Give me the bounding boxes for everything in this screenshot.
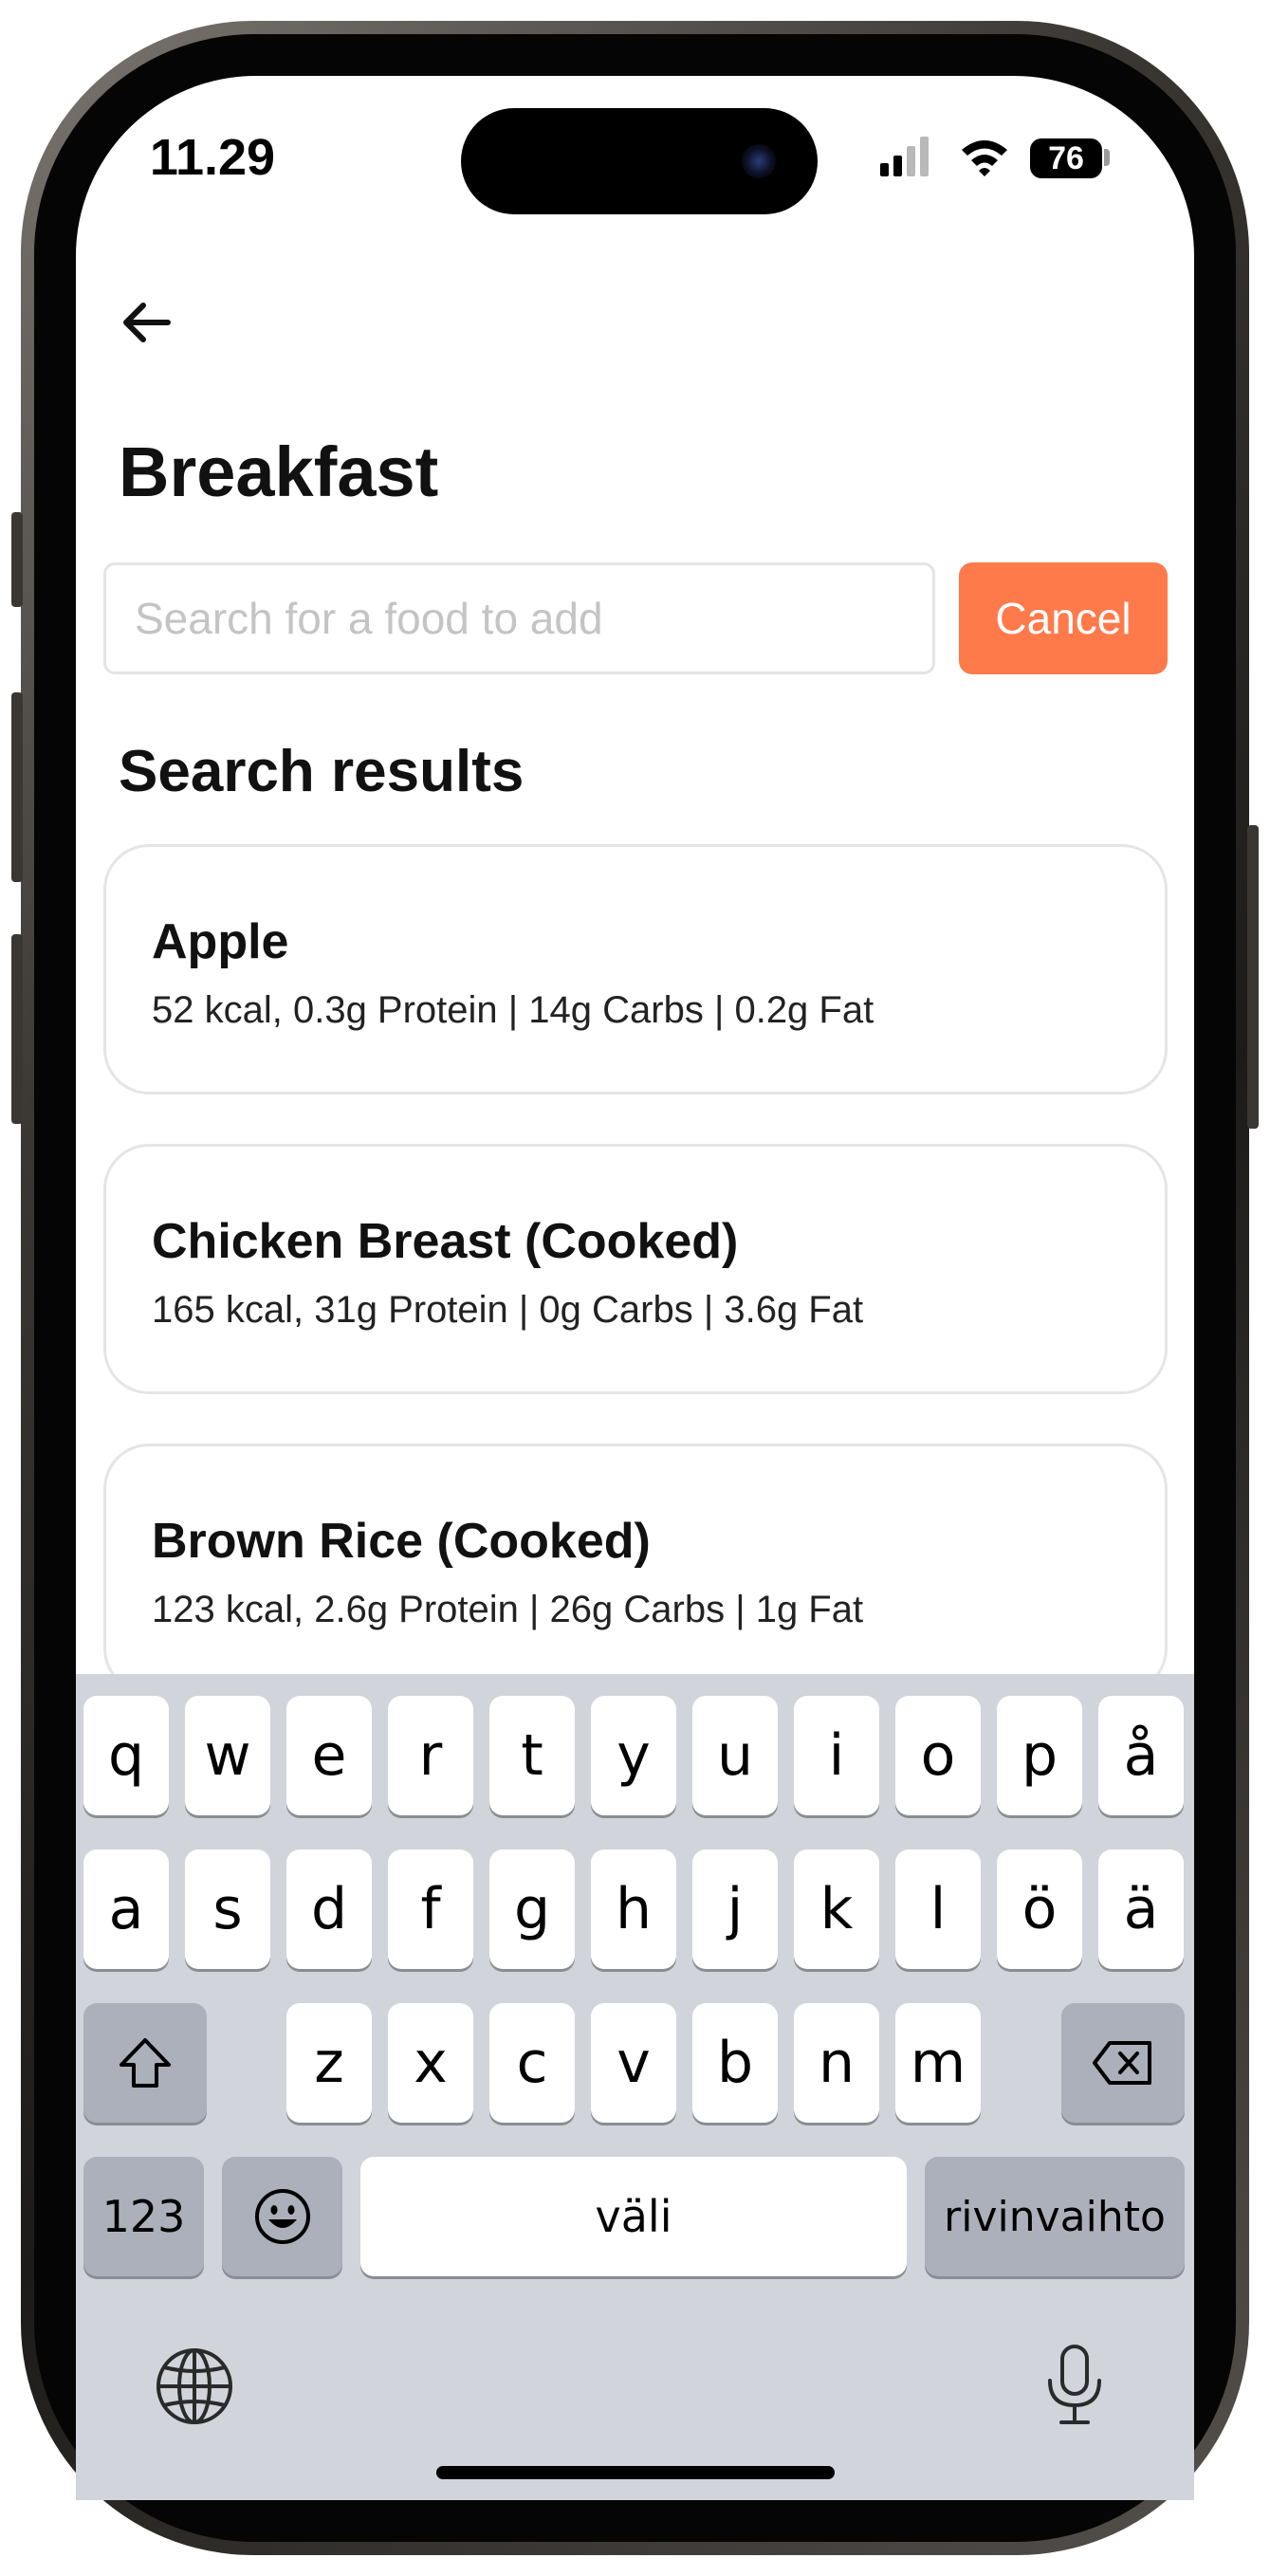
key-p[interactable]: p — [997, 1696, 1082, 1815]
key-w[interactable]: w — [185, 1696, 270, 1815]
battery-cap — [1104, 149, 1110, 166]
space-key[interactable]: väli — [360, 2157, 907, 2276]
emoji-key[interactable] — [222, 2157, 342, 2276]
shift-icon — [120, 2038, 171, 2088]
key-a[interactable]: a — [83, 1849, 169, 1969]
microphone-icon[interactable] — [1044, 2343, 1105, 2428]
key-a-ring[interactable]: å — [1098, 1696, 1184, 1815]
food-result-card[interactable]: Brown Rice (Cooked) 123 kcal, 2.6g Prote… — [103, 1444, 1168, 1694]
food-result-card[interactable]: Apple 52 kcal, 0.3g Protein | 14g Carbs … — [103, 844, 1168, 1095]
front-camera — [742, 144, 776, 178]
key-z[interactable]: z — [286, 2003, 372, 2123]
globe-icon[interactable] — [155, 2346, 234, 2426]
food-result-card[interactable]: Chicken Breast (Cooked) 165 kcal, 31g Pr… — [103, 1144, 1168, 1394]
search-input[interactable] — [103, 562, 935, 674]
key-s[interactable]: s — [185, 1849, 270, 1969]
numbers-key[interactable]: 123 — [83, 2157, 204, 2276]
battery-icon: 76 — [1030, 138, 1102, 178]
key-l[interactable]: l — [895, 1849, 981, 1969]
wifi-icon — [962, 140, 1007, 176]
search-results-heading: Search results — [119, 739, 525, 804]
volume-down-button — [11, 934, 23, 1124]
status-icons — [880, 137, 1007, 176]
key-g[interactable]: g — [489, 1849, 575, 1969]
home-indicator[interactable] — [436, 2466, 835, 2479]
key-j[interactable]: j — [692, 1849, 778, 1969]
food-macros: 52 kcal, 0.3g Protein | 14g Carbs | 0.2g… — [152, 989, 874, 1031]
key-a-umlaut[interactable]: ä — [1098, 1849, 1184, 1969]
key-o[interactable]: o — [895, 1696, 981, 1815]
backspace-key[interactable] — [1061, 2003, 1185, 2123]
key-x[interactable]: x — [388, 2003, 473, 2123]
key-k[interactable]: k — [794, 1849, 879, 1969]
back-arrow-icon[interactable] — [119, 299, 175, 346]
shift-key[interactable] — [83, 2003, 207, 2123]
return-key[interactable]: rivinvaihto — [925, 2157, 1185, 2276]
key-f[interactable]: f — [388, 1849, 473, 1969]
key-n[interactable]: n — [794, 2003, 879, 2123]
status-time: 11.29 — [149, 129, 276, 186]
power-button — [1247, 825, 1259, 1129]
cellular-signal-icon — [880, 137, 929, 176]
food-name: Chicken Breast (Cooked) — [152, 1214, 739, 1269]
key-u[interactable]: u — [692, 1696, 778, 1815]
key-t[interactable]: t — [489, 1696, 575, 1815]
page-title: Breakfast — [119, 432, 439, 511]
cancel-button[interactable]: Cancel — [959, 562, 1168, 674]
food-macros: 165 kcal, 31g Protein | 0g Carbs | 3.6g … — [152, 1289, 864, 1331]
emoji-icon — [254, 2189, 310, 2244]
key-d[interactable]: d — [286, 1849, 372, 1969]
food-macros: 123 kcal, 2.6g Protein | 26g Carbs | 1g … — [152, 1589, 864, 1630]
backspace-icon — [1093, 2041, 1151, 2085]
key-i[interactable]: i — [794, 1696, 879, 1815]
device-frame: 11.29 76 Breakfast Cancel Search results… — [0, 0, 1270, 2576]
food-name: Brown Rice (Cooked) — [152, 1514, 651, 1569]
key-m[interactable]: m — [895, 2003, 981, 2123]
action-button — [11, 512, 23, 607]
food-name: Apple — [152, 914, 289, 969]
key-r[interactable]: r — [388, 1696, 473, 1815]
key-y[interactable]: y — [591, 1696, 676, 1815]
key-b[interactable]: b — [692, 2003, 778, 2123]
key-c[interactable]: c — [489, 2003, 575, 2123]
key-h[interactable]: h — [591, 1849, 676, 1969]
key-q[interactable]: q — [83, 1696, 169, 1815]
key-e[interactable]: e — [286, 1696, 372, 1815]
key-o-umlaut[interactable]: ö — [997, 1849, 1082, 1969]
key-v[interactable]: v — [591, 2003, 676, 2123]
volume-up-button — [11, 692, 23, 882]
